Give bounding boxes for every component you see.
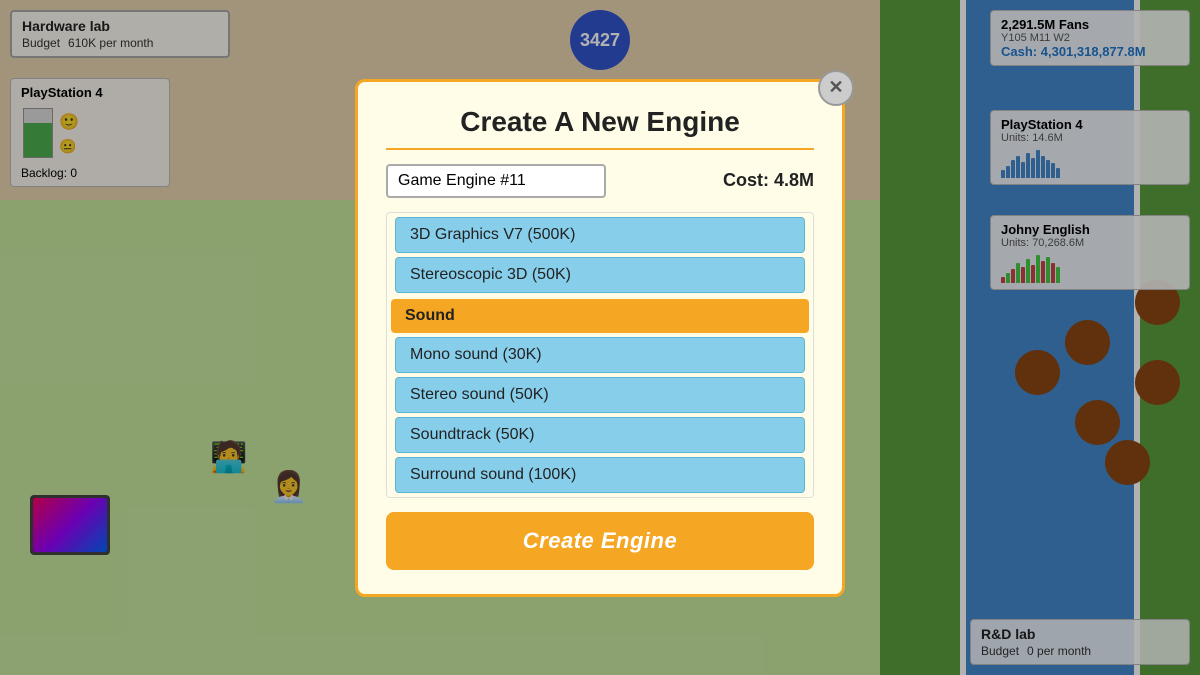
cost-label: Cost: 4.8M	[723, 170, 814, 191]
feature-item[interactable]: 3D Graphics V7 (500K)	[395, 217, 805, 253]
create-button-label: Create Engine	[523, 528, 677, 553]
feature-category: Sound	[391, 299, 809, 333]
close-icon: ✕	[828, 77, 843, 98]
create-engine-modal: ✕ Create A New Engine Cost: 4.8M 3D Grap…	[355, 79, 845, 597]
feature-item[interactable]: Stereo sound (50K)	[395, 377, 805, 413]
modal-title: Create A New Engine	[386, 106, 814, 150]
feature-item[interactable]: Stereoscopic 3D (50K)	[395, 257, 805, 293]
feature-item[interactable]: Surround sound (100K)	[395, 457, 805, 493]
feature-item[interactable]: Mono sound (30K)	[395, 337, 805, 373]
name-cost-row: Cost: 4.8M	[386, 164, 814, 198]
engine-name-input[interactable]	[386, 164, 606, 198]
create-engine-button[interactable]: Create Engine	[386, 512, 814, 570]
modal-close-button[interactable]: ✕	[818, 70, 854, 106]
feature-list[interactable]: 3D Graphics V7 (500K) Stereoscopic 3D (50…	[386, 212, 814, 498]
modal-overlay: ✕ Create A New Engine Cost: 4.8M 3D Grap…	[0, 0, 1200, 675]
feature-item[interactable]: Soundtrack (50K)	[395, 417, 805, 453]
